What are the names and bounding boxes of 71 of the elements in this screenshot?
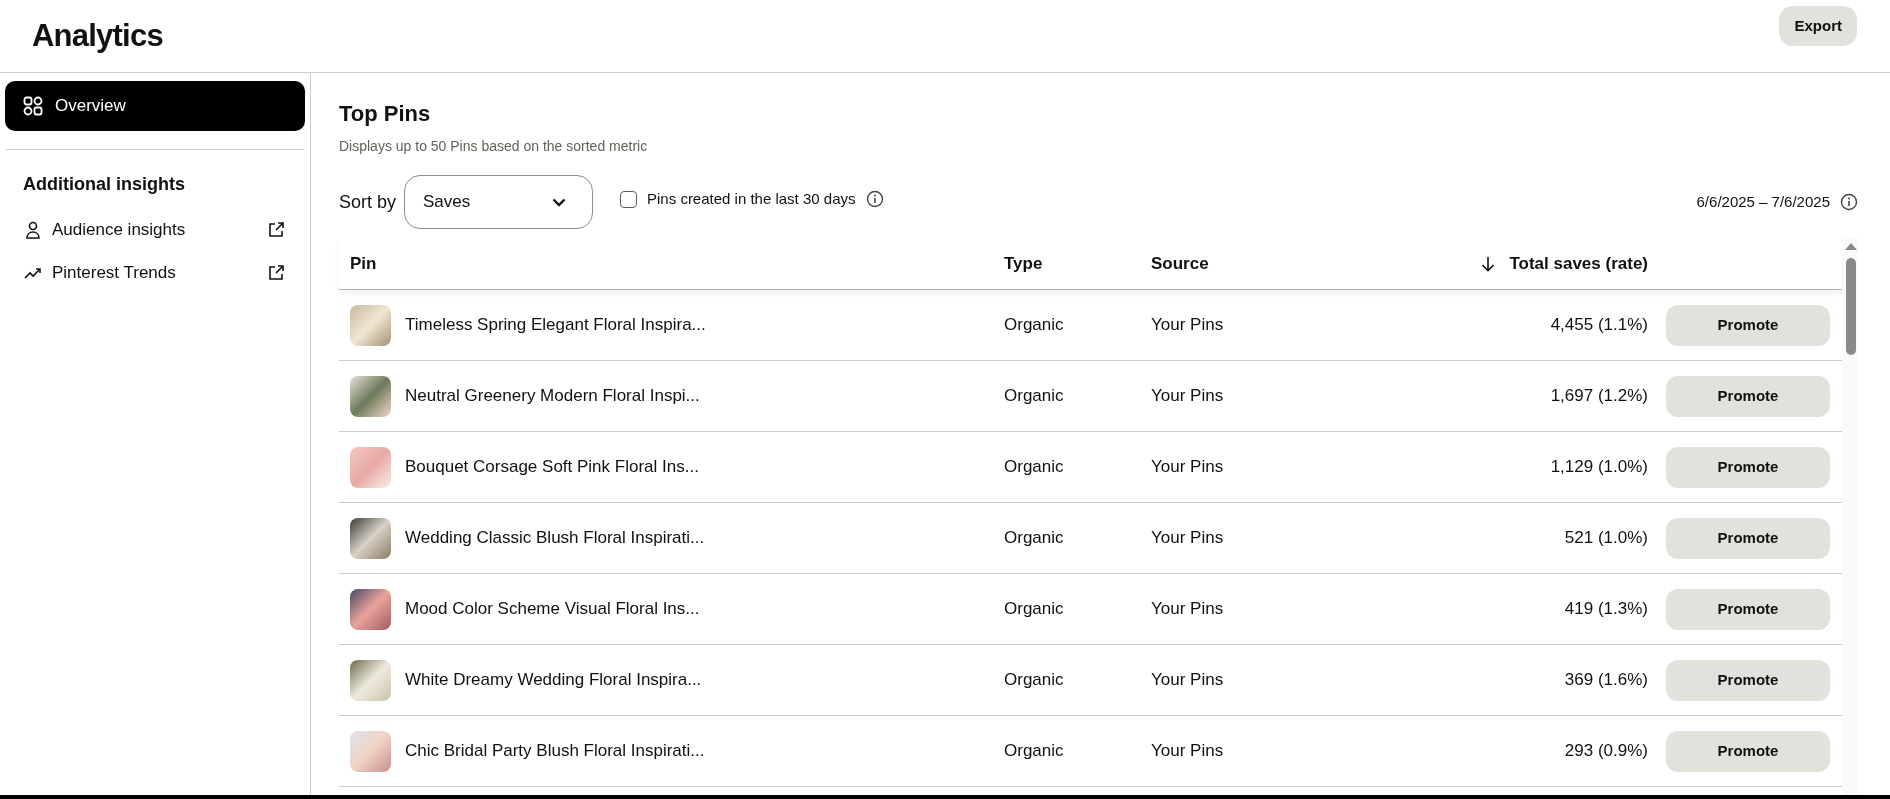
arrow-down-icon [1481,255,1496,272]
table-cell-text: 4,455 (1.1%) [1550,314,1648,337]
table-cell: Your Pins [1151,741,1224,761]
pin-thumbnail[interactable] [350,730,391,772]
scrollbar-thumb[interactable] [1845,258,1856,355]
pin-thumbnail[interactable] [350,659,391,701]
table-cell: Your Pins [1151,599,1224,619]
sort-dropdown[interactable]: Saves [404,175,594,229]
pin-title[interactable]: Timeless Spring Elegant Floral Inspira... [405,312,706,338]
trend-icon [24,266,42,279]
pin-title[interactable]: Neutral Greenery Modern Floral Inspi... [405,383,700,409]
export-button[interactable]: Export [1779,6,1857,46]
pin-thumbnail[interactable] [350,304,391,346]
table-cell: Organic [1004,315,1064,335]
chevron-down-icon [552,197,567,207]
table-cell: Your Pins [1151,670,1224,690]
promote-button[interactable]: Promote [1666,730,1830,772]
promote-button[interactable]: Promote [1666,659,1830,701]
table-cell: Organic [1004,670,1064,690]
table-cell: Your Pins [1151,457,1224,477]
pin-thumbnail[interactable] [350,446,391,488]
external-link-icon[interactable] [268,221,284,238]
promote-button[interactable]: Promote [1666,375,1830,417]
pin-thumbnail[interactable] [350,375,391,417]
section-subtitle: Displays up to 50 Pins based on the sorted metric [339,137,649,156]
table-cell: Organic [1004,741,1064,761]
column-header[interactable]: Source [1151,250,1209,277]
sort-label: Sort by [339,190,397,214]
promote-button[interactable]: Promote [1666,446,1830,488]
checkbox-label: Pins created in the last 30 days [647,188,856,209]
table-cell: Your Pins [1151,386,1224,406]
column-header[interactable]: Pin [350,250,377,277]
promote-button[interactable]: Promote [1666,304,1830,346]
pin-title[interactable]: Bouquet Corsage Soft Pink Floral Ins... [405,454,699,480]
info-icon[interactable] [865,190,884,208]
pin-thumbnail[interactable] [350,588,391,630]
info-icon[interactable] [1840,193,1858,211]
table-cell-text: 521 (1.0%) [1564,527,1648,550]
scrollbar[interactable] [1843,238,1858,795]
nav-item[interactable]: Overview [5,81,305,131]
pin-title[interactable]: Wedding Classic Blush Floral Inspirati... [405,525,705,551]
table-cell: Your Pins [1151,315,1224,335]
table-cell: Organic [1004,457,1064,477]
promote-button[interactable]: Promote [1666,517,1830,559]
table-cell-text: 419 (1.3%) [1564,598,1648,621]
external-link-icon[interactable] [268,264,284,281]
page-title: Analytics [32,16,163,55]
pin-thumbnail[interactable] [350,517,391,559]
grid-icon [23,96,43,116]
table-cell-text: 1,129 (1.0%) [1550,456,1648,479]
pin-title[interactable]: Mood Color Scheme Visual Floral Ins... [405,596,700,622]
section-title: Additional insights [22,173,186,196]
column-header[interactable]: Type [1004,250,1043,277]
promote-button[interactable]: Promote [1666,588,1830,630]
table-cell-text: 369 (1.6%) [1564,669,1648,692]
insight-link[interactable]: Pinterest Trends [52,259,176,286]
table-cell: Your Pins [1151,528,1224,548]
table-cell: Organic [1004,599,1064,619]
table-cell-text: 1,697 (1.2%) [1550,385,1648,408]
section-title: Top Pins [339,100,432,128]
person-icon [25,220,41,239]
pin-title[interactable]: Chic Bridal Party Blush Floral Inspirati... [405,738,705,764]
insight-link[interactable]: Audience insights [52,216,186,243]
pin-title[interactable]: White Dreamy Wedding Floral Inspira... [405,667,702,693]
table-cell: Organic [1004,386,1064,406]
checkbox[interactable] [620,190,638,208]
scroll-up-arrow-icon[interactable] [1844,242,1857,250]
column-header[interactable]: Total saves (rate) [1481,250,1648,277]
date-range: 6/6/2025 – 7/6/2025 [1696,191,1830,212]
table-cell-text: 293 (0.9%) [1564,740,1648,763]
table-cell: Organic [1004,528,1064,548]
